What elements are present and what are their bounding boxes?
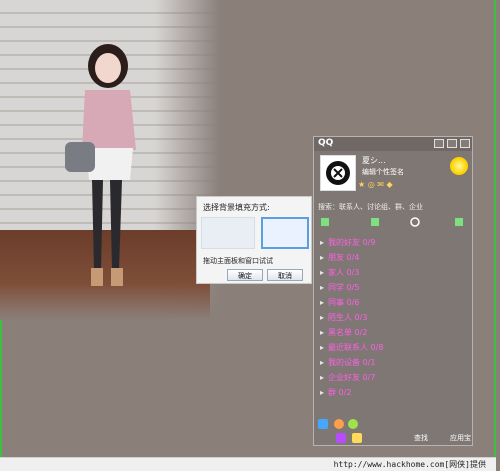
expand-arrow-icon: ▸ <box>320 268 325 277</box>
friends-manager-icon[interactable] <box>334 419 344 429</box>
wallpaper-photo <box>0 0 220 320</box>
expand-arrow-icon: ▸ <box>320 343 325 352</box>
group-item[interactable]: ▸ 黑名单 0/2 <box>320 327 367 339</box>
qq-tabs <box>318 217 468 229</box>
fill-option-tile[interactable] <box>201 217 255 249</box>
expand-arrow-icon: ▸ <box>320 298 325 307</box>
dialog-title: 选择背景填充方式: <box>203 203 270 212</box>
background-fill-dialog: 选择背景填充方式: 拖动主面板和窗口试试 确定 取消 <box>196 196 312 284</box>
close-button[interactable] <box>460 139 470 148</box>
group-item[interactable]: ▸ 陌生人 0/3 <box>320 312 367 324</box>
fill-options <box>201 217 309 249</box>
girl-figure <box>65 44 136 286</box>
main-menu-icon[interactable] <box>318 419 328 429</box>
expand-arrow-icon: ▸ <box>320 328 325 337</box>
group-item[interactable]: ▸ 同学 0/5 <box>320 282 359 294</box>
group-item[interactable]: ▸ 企业好友 0/7 <box>320 372 375 384</box>
mail-icon[interactable] <box>352 433 362 443</box>
group-item[interactable]: ▸ 群 0/2 <box>320 387 351 399</box>
group-item[interactable]: ▸ 我的好友 0/9 <box>320 237 375 249</box>
weather-sun-icon[interactable] <box>450 157 468 175</box>
qq-panel: QQ 夏シ... 编辑个性签名 ★ ◎ ✉ ◆ 搜索：联系人、讨论组、群、企业 … <box>313 136 473 446</box>
expand-arrow-icon: ▸ <box>320 313 325 322</box>
group-item[interactable]: ▸ 朋友 0/4 <box>320 252 359 264</box>
expand-arrow-icon: ▸ <box>320 373 325 382</box>
minimize-button[interactable] <box>447 139 457 148</box>
expand-arrow-icon: ▸ <box>320 253 325 262</box>
expand-arrow-icon: ▸ <box>320 283 325 292</box>
qq-bottom-toolbar <box>318 419 418 443</box>
dialog-hint: 拖动主面板和窗口试试 <box>203 257 273 265</box>
avatar[interactable] <box>320 155 356 191</box>
site-credit: http://www.hackhome.com[网侠]提供 <box>333 460 486 469</box>
watermark-bar: http://www.hackhome.com[网侠]提供 <box>0 457 496 471</box>
tab-contacts-icon[interactable] <box>320 217 330 227</box>
qq-titlebar: QQ <box>314 137 472 151</box>
qzone-icon[interactable] <box>336 433 346 443</box>
nickname[interactable]: 夏シ... <box>362 155 386 166</box>
signature[interactable]: 编辑个性签名 <box>362 167 404 177</box>
app-manager-icon[interactable] <box>348 419 358 429</box>
tab-discover-icon[interactable] <box>410 217 420 227</box>
ok-button[interactable]: 确定 <box>227 269 263 281</box>
cancel-button[interactable]: 取消 <box>267 269 303 281</box>
fill-option-stretch[interactable] <box>261 217 309 249</box>
expand-arrow-icon: ▸ <box>320 358 325 367</box>
app-store-button[interactable]: 应用宝 <box>450 433 471 443</box>
tab-recent-icon[interactable] <box>454 217 464 227</box>
tab-groups-icon[interactable] <box>370 217 380 227</box>
avatar-icon <box>326 161 350 185</box>
skin-button[interactable] <box>434 139 444 148</box>
search-input[interactable]: 搜索：联系人、讨论组、群、企业 <box>318 201 468 213</box>
expand-arrow-icon: ▸ <box>320 238 325 247</box>
status-icons: ★ ◎ ✉ ◆ <box>358 180 393 189</box>
qq-logo: QQ <box>318 138 334 148</box>
group-item[interactable]: ▸ 最近联系人 0/8 <box>320 342 383 354</box>
group-item[interactable]: ▸ 我的设备 0/1 <box>320 357 375 369</box>
find-button[interactable]: 查找 <box>414 433 428 443</box>
group-item[interactable]: ▸ 家人 0/3 <box>320 267 359 279</box>
expand-arrow-icon: ▸ <box>320 388 325 397</box>
group-item[interactable]: ▸ 同事 0/6 <box>320 297 359 309</box>
